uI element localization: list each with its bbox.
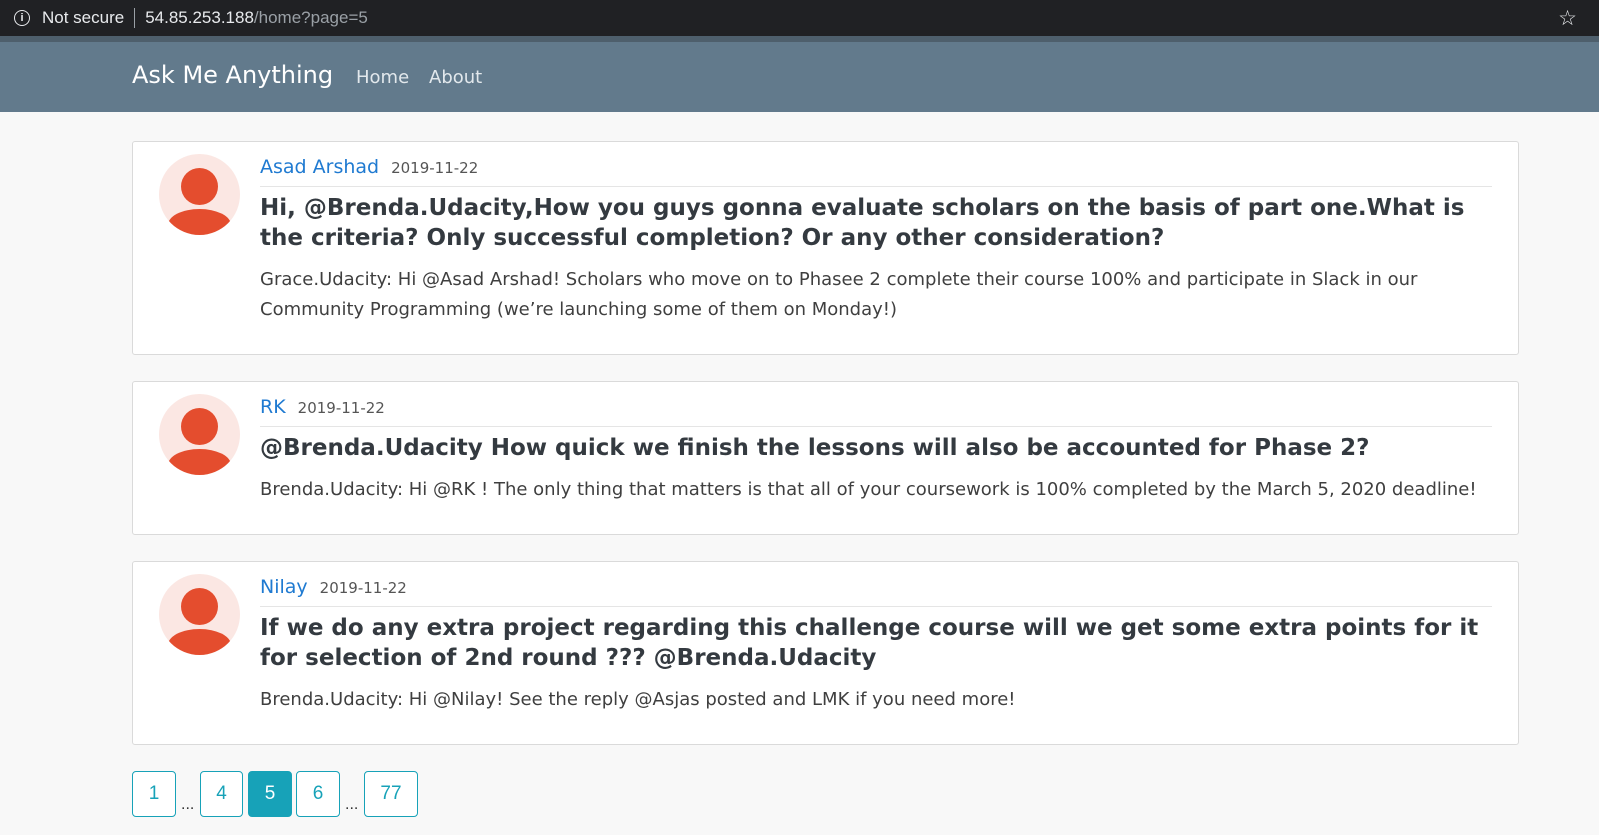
nav-home-link[interactable]: Home [356,67,409,88]
question-text: @Brenda.Udacity How quick we finish the … [260,435,1370,461]
brand-link[interactable]: Ask Me Anything [132,61,333,89]
security-label: Not secure [42,8,125,27]
pagination-ellipsis: ... [345,796,359,813]
post-card: Nilay 2019-11-22 If we do any extra proje… [132,561,1519,745]
page-button-1[interactable]: 1 [132,771,176,817]
page-button-4[interactable]: 4 [200,771,243,817]
navbar: Ask Me Anything Home About [0,42,1599,112]
user-avatar-icon [159,394,240,475]
author-link[interactable]: Asad Arshad [260,156,379,178]
nav-about-link[interactable]: About [429,67,482,88]
info-icon[interactable]: i [14,10,30,26]
divider [134,8,136,28]
bookmark-star-icon[interactable]: ☆ [1558,6,1577,31]
page-button-5-current[interactable]: 5 [248,771,292,817]
post-meta: Nilay 2019-11-22 [260,576,1492,607]
answer-text: Brenda.Udacity: Hi @Nilay! See the reply… [260,689,1016,710]
post-card: RK 2019-11-22 @Brenda.Udacity How quick w… [132,381,1519,535]
post-date: 2019-11-22 [391,159,479,177]
author-link[interactable]: RK [260,396,286,418]
question-text: Hi, @Brenda.Udacity,How you guys gonna e… [260,195,1465,251]
answer-text: Brenda.Udacity: Hi @RK ! The only thing … [260,479,1477,500]
author-link[interactable]: Nilay [260,576,308,598]
post-date: 2019-11-22 [319,579,407,597]
question-text: If we do any extra project regarding thi… [260,615,1479,671]
post-date: 2019-11-22 [297,399,385,417]
answer-text: Grace.Udacity: Hi @Asad Arshad! Scholars… [260,269,1418,320]
post-card: Asad Arshad 2019-11-22 Hi, @Brenda.Udacit… [132,141,1519,355]
url-text[interactable]: 54.85.253.188/home?page=5 [145,8,368,28]
user-avatar-icon [159,574,240,655]
page-button-77[interactable]: 77 [364,771,418,817]
pagination-ellipsis: ... [181,796,195,813]
post-meta: Asad Arshad 2019-11-22 [260,156,1492,187]
browser-address-bar[interactable]: i Not secure 54.85.253.188/home?page=5 ☆ [0,0,1599,36]
user-avatar-icon [159,154,240,235]
post-meta: RK 2019-11-22 [260,396,1492,427]
page-button-6[interactable]: 6 [296,771,340,817]
